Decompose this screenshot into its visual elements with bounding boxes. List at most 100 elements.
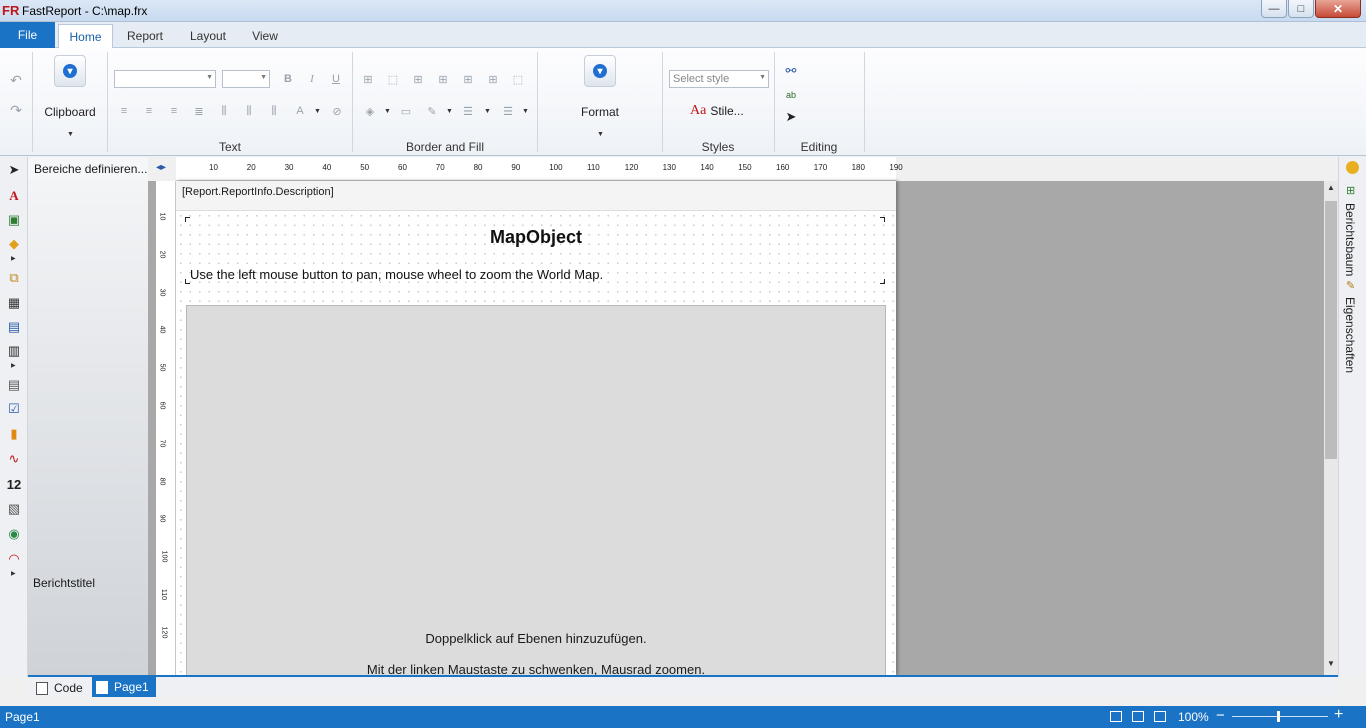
tab-report[interactable]: Report bbox=[117, 24, 173, 48]
tab-view[interactable]: View bbox=[243, 24, 287, 48]
stile-button[interactable]: Aa Stile... bbox=[690, 103, 744, 119]
table-object-icon[interactable]: ▦ bbox=[5, 294, 23, 312]
redo-icon[interactable]: ↷ bbox=[8, 102, 24, 118]
bold-icon[interactable]: B bbox=[280, 71, 296, 87]
font-color-icon[interactable]: A bbox=[292, 103, 308, 119]
selection-corner bbox=[880, 279, 885, 284]
clipboard-dropdown-icon[interactable]: ▼ bbox=[67, 131, 74, 138]
barcode-object-icon[interactable]: ▥ bbox=[5, 342, 23, 360]
map-subtitle-text[interactable]: Use the left mouse button to pan, mouse … bbox=[190, 267, 603, 282]
report-designer-canvas[interactable]: ◂▸ 10 20 30 40 50 60 70 80 90 100 110 120 130 140 150 1… bbox=[148, 157, 1338, 675]
ruler-tick-label: 170 bbox=[813, 163, 828, 172]
checkbox-object-icon[interactable]: ☑ bbox=[5, 400, 23, 418]
clipboard-button[interactable]: ▾ bbox=[54, 55, 86, 87]
italic-icon[interactable]: I bbox=[304, 71, 320, 87]
title-bar: FR FastReport - C:\map.frx — □ ✕ bbox=[0, 0, 1366, 22]
fill-color-dropdown-icon[interactable]: ▼ bbox=[384, 108, 391, 115]
shape-more-icon[interactable]: ▶ bbox=[11, 255, 16, 262]
report-title-band[interactable]: MapObject Use the left mouse button to p… bbox=[176, 211, 896, 675]
undo-icon[interactable]: ↶ bbox=[8, 72, 24, 88]
select-all-icon[interactable]: ➤ bbox=[783, 109, 799, 125]
zipcode-object-icon[interactable]: 12 bbox=[5, 475, 23, 493]
minimize-button[interactable]: — bbox=[1261, 0, 1287, 18]
band-report-title[interactable]: Berichtstitel bbox=[33, 576, 95, 590]
tab-layout[interactable]: Layout bbox=[178, 24, 238, 48]
scroll-thumb[interactable] bbox=[1325, 201, 1337, 459]
underline-icon[interactable]: U bbox=[328, 71, 344, 87]
line-color-dropdown-icon[interactable]: ▼ bbox=[446, 108, 453, 115]
line-width-dropdown-icon[interactable]: ▼ bbox=[484, 108, 491, 115]
fill-props-icon[interactable]: ▭ bbox=[398, 103, 414, 119]
find-icon[interactable]: ⚯ bbox=[783, 63, 799, 79]
valign-top-icon[interactable]: ⫼ bbox=[216, 103, 232, 119]
description-band[interactable]: [Report.ReportInfo.Description] bbox=[176, 181, 896, 211]
valign-bottom-icon[interactable]: ⫼ bbox=[266, 103, 282, 119]
view-width-icon[interactable] bbox=[1154, 711, 1166, 722]
zoom-slider-thumb[interactable] bbox=[1277, 711, 1281, 722]
pointer-tool-icon[interactable]: ➤ bbox=[5, 161, 23, 179]
scroll-down-icon[interactable]: ▼ bbox=[1324, 659, 1338, 668]
text-object-icon[interactable]: A bbox=[5, 187, 23, 205]
tab-page1[interactable]: Page1 bbox=[92, 677, 156, 697]
cellular-text-object-icon[interactable]: ▧ bbox=[5, 500, 23, 518]
line-style-icon[interactable]: ☰ bbox=[500, 103, 516, 119]
maximize-button[interactable]: □ bbox=[1288, 0, 1314, 18]
align-center-icon[interactable]: ≡ bbox=[141, 103, 157, 119]
close-button[interactable]: ✕ bbox=[1315, 0, 1361, 18]
shape-object-icon[interactable]: ◆ bbox=[5, 235, 23, 253]
data-dictionary-icon[interactable] bbox=[1346, 161, 1359, 174]
font-name-combo[interactable]: ▼ bbox=[114, 70, 216, 88]
align-left-icon[interactable]: ≡ bbox=[116, 103, 132, 119]
gauge-more-icon[interactable]: ▶ bbox=[11, 570, 16, 577]
select-style-combo[interactable]: Select style ▼ bbox=[669, 70, 769, 88]
matrix-object-icon[interactable]: ▤ bbox=[5, 318, 23, 336]
format-dropdown-icon[interactable]: ▼ bbox=[597, 131, 604, 138]
align-justify-icon[interactable]: ≣ bbox=[191, 103, 207, 119]
border-all-icon[interactable]: ⊞ bbox=[360, 71, 376, 87]
ruler-tick-label: 130 bbox=[662, 163, 676, 172]
subreport-object-icon[interactable]: ⧉ bbox=[5, 269, 23, 287]
ruler-tick-label: 160 bbox=[776, 163, 790, 172]
tab-code[interactable]: Code bbox=[36, 679, 83, 697]
map-object-icon[interactable]: ◉ bbox=[5, 525, 23, 543]
border-none-icon[interactable]: ⬚ bbox=[385, 71, 401, 87]
line-style-dropdown-icon[interactable]: ▼ bbox=[522, 108, 529, 115]
tab-file[interactable]: File bbox=[0, 22, 55, 48]
line-width-icon[interactable]: ☰ bbox=[460, 103, 476, 119]
gauge-object-icon[interactable]: ◠ bbox=[5, 550, 23, 568]
zoom-in-button[interactable]: + bbox=[1334, 706, 1343, 724]
object-toolbox: ➤ A ▣ ◆ ▶ ⧉ ▦ ▤ ▥ ▶ ▤ ☑ ▮ ∿ 12 ▧ ◉ ◠ ▶ bbox=[0, 157, 28, 677]
align-right-icon[interactable]: ≡ bbox=[166, 103, 182, 119]
view-page-icon[interactable] bbox=[1132, 711, 1144, 722]
tab-properties[interactable]: Eigenschaften bbox=[1343, 297, 1357, 373]
border-top-icon[interactable]: ⊞ bbox=[410, 71, 426, 87]
sparkline-object-icon[interactable]: ∿ bbox=[5, 450, 23, 468]
vertical-scrollbar[interactable]: ▲ ▼ bbox=[1324, 181, 1338, 675]
format-button[interactable]: ▾ bbox=[584, 55, 616, 87]
map-object[interactable]: Doppelklick auf Ebenen hinzuzufügen. Mit… bbox=[186, 305, 886, 675]
fill-color-icon[interactable]: ◈ bbox=[362, 103, 378, 119]
richtext-object-icon[interactable]: ▤ bbox=[5, 376, 23, 394]
border-left-icon[interactable]: ⊞ bbox=[460, 71, 476, 87]
map-heading-text[interactable]: MapObject bbox=[176, 227, 896, 248]
configure-bands-button[interactable]: Bereiche definieren... bbox=[28, 157, 148, 181]
highlight-icon[interactable]: ⊘ bbox=[329, 103, 345, 119]
fastreport-logo-icon: FR bbox=[2, 3, 20, 18]
border-bottom-icon[interactable]: ⊞ bbox=[435, 71, 451, 87]
tab-home[interactable]: Home bbox=[58, 24, 113, 48]
valign-middle-icon[interactable]: ⫼ bbox=[241, 103, 257, 119]
line-color-icon[interactable]: ✎ bbox=[424, 103, 440, 119]
picture-object-icon[interactable]: ▣ bbox=[5, 211, 23, 229]
replace-icon[interactable]: ab bbox=[783, 87, 799, 103]
font-size-combo[interactable]: ▼ bbox=[222, 70, 270, 88]
tab-report-tree[interactable]: Berichtsbaum bbox=[1343, 203, 1357, 276]
border-right-icon[interactable]: ⊞ bbox=[485, 71, 501, 87]
chart-object-icon[interactable]: ▮ bbox=[5, 425, 23, 443]
view-normal-icon[interactable] bbox=[1110, 711, 1122, 722]
zoom-out-button[interactable]: − bbox=[1216, 707, 1225, 724]
border-properties-icon[interactable]: ⬚ bbox=[510, 71, 526, 87]
font-color-dropdown-icon[interactable]: ▼ bbox=[314, 108, 321, 115]
scroll-up-icon[interactable]: ▲ bbox=[1324, 183, 1338, 192]
description-field[interactable]: [Report.ReportInfo.Description] bbox=[182, 186, 334, 198]
barcode-more-icon[interactable]: ▶ bbox=[11, 362, 16, 369]
